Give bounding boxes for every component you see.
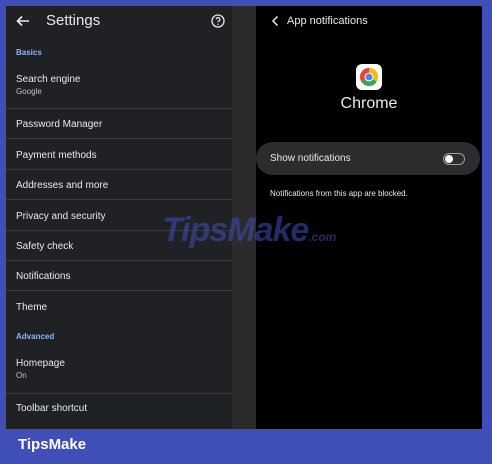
show-notifications-label: Show notifications [270, 153, 351, 164]
show-notifications-toggle[interactable] [443, 153, 465, 165]
back-arrow-icon[interactable] [16, 14, 30, 28]
watermark-logo: TipsMake.com [162, 211, 336, 250]
item-label: Theme [16, 302, 48, 313]
settings-item-homepage[interactable]: Homepage On [6, 358, 232, 394]
item-value: On [16, 371, 27, 380]
item-label: Payment methods [16, 150, 97, 161]
chrome-icon [356, 64, 382, 90]
section-header-advanced: Advanced [16, 332, 55, 341]
blocked-message: Notifications from this app are blocked. [270, 189, 408, 198]
settings-item-addresses[interactable]: Addresses and more [6, 170, 232, 200]
screenshot-frame: Settings Basics Search engine Google Pas… [6, 6, 482, 429]
settings-item-notifications[interactable]: Notifications [6, 261, 232, 291]
toggle-knob [445, 155, 453, 163]
footer-brand: TipsMake [18, 436, 87, 453]
app-name: Chrome [340, 95, 398, 112]
settings-item-theme[interactable]: Theme [6, 292, 232, 322]
item-label: Password Manager [16, 119, 103, 130]
app-notifications-title: App notifications [287, 15, 368, 27]
page-title: Settings [46, 12, 101, 29]
chevron-left-icon[interactable] [270, 15, 280, 27]
item-label: Addresses and more [16, 180, 109, 191]
settings-item-payment-methods[interactable]: Payment methods [6, 140, 232, 170]
section-header-basics: Basics [16, 48, 42, 57]
watermark-text: TipsMake [162, 211, 309, 249]
help-icon[interactable] [211, 14, 225, 28]
settings-item-toolbar-shortcut[interactable]: Toolbar shortcut [6, 394, 232, 429]
settings-topbar: Settings [6, 6, 232, 38]
watermark-suffix: .com [308, 230, 337, 244]
settings-item-search-engine[interactable]: Search engine Google [6, 74, 232, 109]
item-label: Homepage [16, 358, 65, 369]
item-label: Toolbar shortcut [16, 403, 88, 414]
item-label: Search engine [16, 74, 81, 85]
item-value: Google [16, 87, 42, 96]
settings-item-password-manager[interactable]: Password Manager [6, 109, 232, 139]
show-notifications-row[interactable]: Show notifications [256, 142, 480, 175]
item-label: Notifications [16, 271, 71, 282]
app-notifications-topbar: App notifications [256, 6, 482, 38]
